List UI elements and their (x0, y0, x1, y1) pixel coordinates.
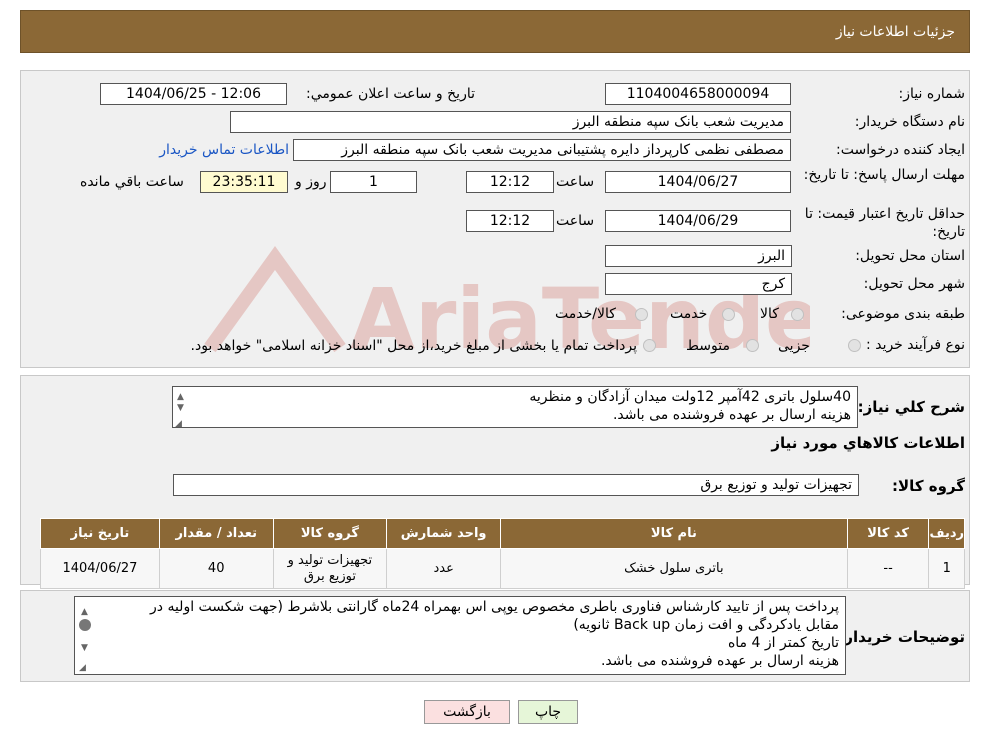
category-goods-service-label: کالا/خدمت (555, 306, 616, 322)
notes-scroll-thumb-icon[interactable] (79, 619, 91, 631)
send-date-field: 1404/06/27 (605, 171, 791, 193)
need-number-label: شماره نیاز: (898, 86, 966, 102)
buyer-org-label: نام دستگاه خريدار: (854, 114, 965, 130)
days-field: 1 (330, 171, 417, 193)
category-service-label: خدمت (670, 306, 708, 322)
cell-unit: عدد (386, 548, 502, 589)
city-field: کرج (605, 273, 792, 295)
table-header-row: ردیف کد کالا نام کالا واحد شمارش گروه کا… (40, 518, 965, 549)
notes-resize-grip-icon[interactable]: ◢ (79, 659, 86, 674)
col-header-group: گروه کالا (272, 518, 388, 549)
purchase-medium-label: متوسط (686, 338, 730, 354)
cell-group: تجهیزات تولید و توزیع برق (272, 548, 388, 589)
purchase-medium-radio[interactable] (746, 339, 759, 352)
buyer-org-field: مدیریت شعب بانک سپه منطقه البرز (230, 111, 791, 133)
purchase-small-label: جزیی (778, 338, 810, 354)
cell-name: باتری سلول خشک (500, 548, 848, 589)
treasury-note: پرداخت تمام یا بخشی از مبلغ خرید،از محل … (190, 338, 637, 354)
overall-desc-line2: هزینه ارسال بر عهده فروشنده می باشد. (612, 407, 851, 423)
buyer-contact-link[interactable]: اطلاعات تماس خریدار (155, 142, 289, 158)
buyer-notes-line1: پرداخت پس از تایید کارشناس فناوری باطری … (150, 599, 839, 615)
announce-datetime-label: تاریخ و ساعت اعلان عمومي: (306, 86, 475, 102)
cell-code: -- (846, 548, 930, 589)
buyer-notes-line2: مقابل یادکردگی و افت زمان Back up ثانویه… (573, 617, 839, 633)
col-header-code: کد کالا (846, 518, 930, 549)
buyer-notes-textarea[interactable]: پرداخت پس از تایید کارشناس فناوری باطری … (74, 596, 846, 675)
province-field: البرز (605, 245, 792, 267)
page-header: جزئیات اطلاعات نیاز (20, 10, 970, 53)
category-label: طبقه بندی موضوعی: (841, 306, 965, 322)
col-header-need-date: تاریخ نیاز (40, 518, 160, 549)
cell-quantity: 40 (158, 548, 274, 589)
goods-group-label: گروه كالا: (892, 477, 965, 495)
buyer-notes-label: توضیحات خریدار: (838, 628, 965, 646)
print-button[interactable]: چاپ (518, 700, 578, 724)
goods-table: ردیف کد کالا نام کالا واحد شمارش گروه کا… (40, 518, 965, 589)
goods-group-field: تجهیزات تولید و توزیع برق (173, 474, 859, 496)
category-goods-label: کالا (760, 306, 779, 322)
buyer-notes-line4: هزینه ارسال بر عهده فروشنده می باشد. (600, 653, 839, 669)
cell-need-date: 1404/06/27 (40, 548, 160, 589)
cell-row-number: 1 (928, 548, 965, 589)
purchase-type-label: نوع فرآیند خرید : (866, 337, 965, 353)
notes-scroll-down-icon[interactable]: ▼ (81, 639, 88, 657)
requester-field: مصطفی نظمی کارپرداز دایره پشتیبانی مدیری… (293, 139, 791, 161)
need-number-field: 1104004658000094 (605, 83, 791, 105)
day-and-label: روز و (295, 174, 327, 190)
col-header-unit: واحد شمارش (386, 518, 502, 549)
send-time-field: 12:12 (466, 171, 554, 193)
requester-label: ايجاد كننده درخواست: (836, 142, 965, 158)
price-valid-label: حداقل تاريخ اعتبار قيمت: تا تاریخ: (804, 206, 965, 240)
remaining-label: ساعت باقي مانده (80, 174, 184, 190)
overall-desc-line1: 40سلول باتری 42آمپر 12ولت میدان آزادگان … (529, 389, 851, 405)
table-row: 1 -- باتری سلول خشک عدد تجهیزات تولید و … (40, 548, 965, 589)
col-header-quantity: تعداد / مقدار (158, 518, 274, 549)
send-time-label: ساعت (556, 174, 595, 190)
province-label: استان محل تحویل: (855, 248, 965, 264)
col-header-name: نام کالا (500, 518, 848, 549)
page-title: جزئیات اطلاعات نیاز (835, 24, 955, 40)
announce-datetime-field: 1404/06/25 - 12:06 (100, 83, 287, 105)
back-button[interactable]: بازگشت (424, 700, 510, 724)
remaining-time-field: 23:35:11 (200, 171, 288, 193)
price-time-field: 12:12 (466, 210, 554, 232)
overall-desc-textarea[interactable]: 40سلول باتری 42آمپر 12ولت میدان آزادگان … (172, 386, 858, 428)
goods-info-heading: اطلاعات كالاهاي مورد نياز (771, 434, 965, 452)
purchase-small-radio[interactable] (848, 339, 861, 352)
overall-desc-label: شرح كلي نياز: (857, 398, 965, 416)
col-header-row-number: ردیف (928, 518, 965, 549)
city-label: شهر محل تحویل: (863, 276, 965, 292)
resize-grip-icon[interactable]: ◢ (175, 415, 182, 427)
buyer-notes-line3: تاریخ کمتر از 4 ماه (727, 635, 839, 651)
send-deadline-label: مهلت ارسال پاسخ: تا تاریخ: (803, 167, 965, 183)
price-date-field: 1404/06/29 (605, 210, 791, 232)
category-goods-radio[interactable] (791, 308, 804, 321)
price-time-label: ساعت (556, 213, 595, 229)
category-goods-service-radio[interactable] (635, 308, 648, 321)
treasury-checkbox[interactable] (643, 339, 656, 352)
category-service-radio[interactable] (722, 308, 735, 321)
